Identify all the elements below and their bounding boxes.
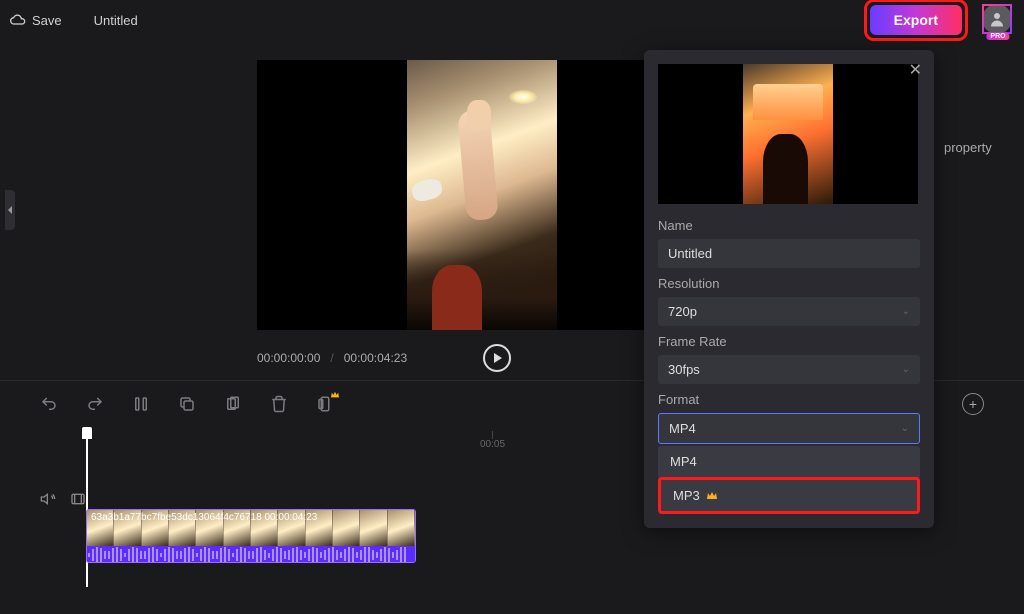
time-separator: /: [330, 351, 333, 365]
left-strip: [0, 40, 20, 380]
export-button[interactable]: Export: [870, 5, 962, 35]
undo-button[interactable]: [40, 395, 58, 413]
resolution-select[interactable]: 720p ⌄: [658, 297, 920, 326]
play-icon: [494, 353, 502, 363]
format-dropdown: MP4 MP3: [658, 446, 920, 514]
export-highlight: Export: [864, 0, 968, 41]
user-avatar[interactable]: PRO: [982, 4, 1014, 36]
format-option-mp3[interactable]: MP3: [658, 477, 920, 514]
top-bar: Save Untitled Export PRO: [0, 0, 1024, 40]
paste-button[interactable]: [316, 395, 334, 413]
time-controls: 00:00:00:00 / 00:00:04:23: [257, 344, 707, 372]
cloud-icon: [10, 12, 26, 28]
property-text: property: [944, 140, 992, 155]
audio-icon[interactable]: [40, 491, 56, 507]
current-time: 00:00:00:00: [257, 351, 320, 365]
avatar-icon: [982, 4, 1012, 34]
clip-audio-wave: document.write(Array.from({length:80},(_…: [87, 546, 415, 563]
chevron-down-icon: ⌄: [902, 364, 910, 375]
chevron-down-icon: ⌄: [901, 423, 909, 434]
pro-badge: PRO: [986, 33, 1009, 40]
framerate-select[interactable]: 30fps ⌄: [658, 355, 920, 384]
copy-button[interactable]: [178, 395, 196, 413]
format-option-mp4[interactable]: MP4: [658, 446, 920, 477]
export-panel: ✕ Name Resolution 720p ⌄ Frame Rate 30fp…: [644, 50, 934, 528]
name-label: Name: [658, 218, 920, 233]
save-label: Save: [32, 13, 62, 28]
project-title[interactable]: Untitled: [94, 13, 138, 28]
duplicate-button[interactable]: [224, 395, 242, 413]
name-input[interactable]: [658, 239, 920, 268]
video-frame: [407, 60, 557, 330]
export-preview: [658, 64, 918, 204]
video-clip[interactable]: 63a3b1a77bc7fbe53dc13064f4c76718 00:00:0…: [86, 509, 416, 563]
format-select[interactable]: MP4 ⌄: [658, 413, 920, 444]
right-panel-hint: property: [944, 40, 1024, 380]
crown-icon: [706, 491, 718, 501]
collapse-left-panel[interactable]: [5, 190, 15, 230]
framerate-label: Frame Rate: [658, 334, 920, 349]
play-button[interactable]: [483, 344, 511, 372]
video-track-icon[interactable]: [70, 491, 86, 507]
save-button[interactable]: Save: [10, 12, 62, 28]
ruler-tick: 00:05: [480, 431, 505, 450]
chevron-down-icon: ⌄: [902, 306, 910, 317]
format-label: Format: [658, 392, 920, 407]
redo-button[interactable]: [86, 395, 104, 413]
total-time: 00:00:04:23: [344, 351, 407, 365]
preview-canvas[interactable]: [257, 60, 707, 330]
resolution-label: Resolution: [658, 276, 920, 291]
close-icon: ✕: [909, 62, 922, 79]
close-button[interactable]: ✕: [909, 60, 922, 80]
plus-icon: +: [969, 396, 977, 412]
delete-button[interactable]: [270, 395, 288, 413]
crown-icon: [330, 391, 340, 399]
playhead[interactable]: [86, 427, 88, 587]
chevron-left-icon: [7, 205, 13, 215]
split-button[interactable]: [132, 395, 150, 413]
clip-label: 63a3b1a77bc7fbe53dc13064f4c76718 00:00:0…: [91, 512, 317, 523]
add-track-button[interactable]: +: [962, 393, 984, 415]
